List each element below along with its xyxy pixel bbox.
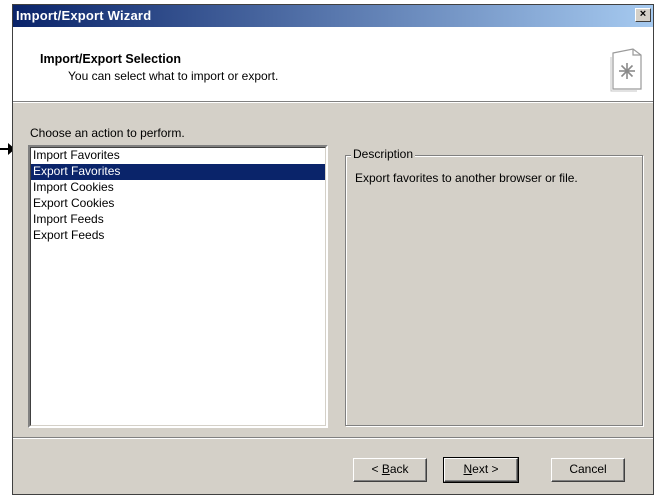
description-label: Description <box>351 147 416 161</box>
back-accel: B <box>381 462 390 476</box>
description-text: Export favorites to another browser or f… <box>355 171 578 185</box>
action-item[interactable]: Import Feeds <box>31 212 325 228</box>
action-listbox[interactable]: Import Favorites Export Favorites Import C… <box>28 145 328 428</box>
action-item[interactable]: Import Cookies <box>31 180 325 196</box>
wizard-header: Import/Export Selection You can select w… <box>13 27 653 102</box>
header-title: Import/Export Selection <box>40 52 181 66</box>
next-rest: ext > <box>472 462 499 476</box>
action-item[interactable]: Import Favorites <box>31 148 325 164</box>
action-list[interactable]: Import Favorites Export Favorites Import C… <box>30 147 326 426</box>
wizard-page-icon <box>610 48 642 92</box>
window-title: Import/Export Wizard <box>16 8 152 23</box>
close-button[interactable]: × <box>635 8 651 22</box>
cancel-button[interactable]: Cancel <box>551 458 625 482</box>
action-item[interactable]: Export Favorites <box>31 164 325 180</box>
action-prompt: Choose an action to perform. <box>30 126 185 140</box>
header-separator <box>13 102 653 103</box>
wizard-window: Import/Export Wizard × Import/Export Sel… <box>12 4 654 495</box>
back-prefix: < <box>371 462 382 476</box>
action-item[interactable]: Export Cookies <box>31 196 325 212</box>
header-subtitle: You can select what to import or export. <box>68 69 279 83</box>
description-groupbox <box>345 155 643 426</box>
title-bar[interactable]: Import/Export Wizard × <box>13 5 653 27</box>
back-button[interactable]: < Back <box>353 458 427 482</box>
next-accel: N <box>463 462 473 476</box>
back-rest: ack <box>389 462 409 476</box>
next-button[interactable]: Next > <box>443 457 519 483</box>
action-item[interactable]: Export Feeds <box>31 228 325 244</box>
footer-separator-highlight <box>13 438 653 439</box>
